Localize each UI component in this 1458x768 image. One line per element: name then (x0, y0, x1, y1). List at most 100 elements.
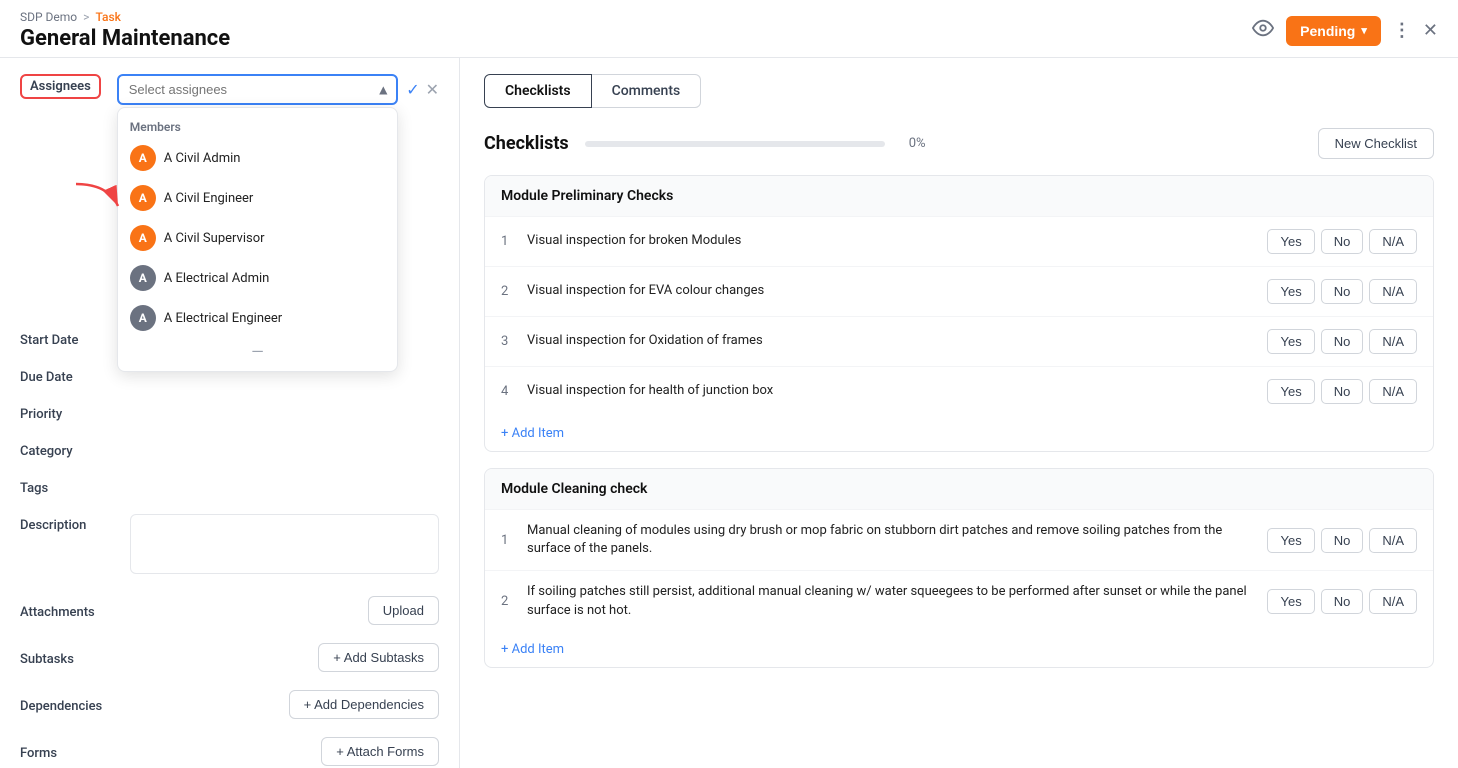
no-btn-1-1[interactable]: No (1321, 589, 1364, 614)
more-options-icon[interactable]: ⋮ (1393, 20, 1411, 41)
no-btn-0-1[interactable]: No (1321, 279, 1364, 304)
yes-btn-1-0[interactable]: Yes (1267, 528, 1314, 553)
add-item-1[interactable]: + Add Item (485, 632, 1433, 667)
description-label: Description (20, 514, 130, 533)
na-btn-0-3[interactable]: N/A (1369, 379, 1417, 404)
na-btn-0-2[interactable]: N/A (1369, 329, 1417, 354)
checklist-item-0-3: 4 Visual inspection for health of juncti… (485, 366, 1433, 416)
subtasks-row: Subtasks + Add Subtasks (20, 643, 439, 672)
breadcrumb-app[interactable]: SDP Demo (20, 10, 77, 24)
dropdown-item-name-4: A Electrical Engineer (164, 311, 282, 326)
na-btn-1-1[interactable]: N/A (1369, 589, 1417, 614)
dropdown-item-4[interactable]: A A Electrical Engineer (118, 298, 397, 338)
assignees-input[interactable] (117, 74, 398, 105)
no-btn-1-0[interactable]: No (1321, 528, 1364, 553)
subtasks-label: Subtasks (20, 648, 130, 667)
checklist-item-1-1: 2 If soiling patches still persist, addi… (485, 570, 1433, 631)
header-left: SDP Demo > Task General Maintenance (20, 10, 230, 51)
status-button[interactable]: Pending ▾ (1286, 16, 1381, 46)
add-dependencies-button[interactable]: + Add Dependencies (289, 690, 439, 719)
item-text-0-3: Visual inspection for health of junction… (527, 382, 1255, 400)
due-date-label: Due Date (20, 366, 130, 385)
assignees-actions: ✓ ✕ (406, 74, 439, 99)
item-text-1-1: If soiling patches still persist, additi… (527, 583, 1255, 619)
item-actions-0-3: Yes No N/A (1267, 379, 1417, 404)
avatar-3: A (130, 265, 156, 291)
dropdown-scroll-more: — (118, 338, 397, 365)
checklists-title-row: Checklists 0% (484, 133, 926, 154)
attachments-label: Attachments (20, 601, 130, 620)
yes-btn-0-3[interactable]: Yes (1267, 379, 1314, 404)
item-text-0-0: Visual inspection for broken Modules (527, 232, 1255, 250)
yes-btn-0-1[interactable]: Yes (1267, 279, 1314, 304)
watch-icon[interactable] (1252, 17, 1274, 44)
na-btn-0-0[interactable]: N/A (1369, 229, 1417, 254)
no-btn-0-3[interactable]: No (1321, 379, 1364, 404)
na-btn-1-0[interactable]: N/A (1369, 528, 1417, 553)
checklist-group-header-0: Module Preliminary Checks (485, 176, 1433, 216)
item-actions-1-1: Yes No N/A (1267, 589, 1417, 614)
forms-label: Forms (20, 742, 130, 761)
yes-btn-1-1[interactable]: Yes (1267, 589, 1314, 614)
breadcrumb-separator: > (83, 10, 89, 24)
item-actions-0-0: Yes No N/A (1267, 229, 1417, 254)
category-label: Category (20, 440, 130, 459)
avatar-1: A (130, 185, 156, 211)
category-row: Category (20, 440, 439, 459)
start-date-label: Start Date (20, 329, 130, 348)
priority-label: Priority (20, 403, 130, 422)
tabs-row: Checklists Comments (484, 74, 1434, 108)
progress-bar (585, 141, 885, 147)
upload-button[interactable]: Upload (368, 596, 439, 625)
dropdown-item-name-0: A Civil Admin (164, 151, 241, 166)
tags-row: Tags (20, 477, 439, 496)
no-btn-0-2[interactable]: No (1321, 329, 1364, 354)
description-input[interactable] (130, 514, 439, 574)
breadcrumb: SDP Demo > Task (20, 10, 230, 24)
checklist-group-header-1: Module Cleaning check (485, 469, 1433, 509)
close-icon[interactable]: ✕ (1423, 20, 1438, 41)
no-btn-0-0[interactable]: No (1321, 229, 1364, 254)
tab-checklists[interactable]: Checklists (484, 74, 592, 108)
status-label: Pending (1300, 23, 1355, 39)
header-right: Pending ▾ ⋮ ✕ (1252, 16, 1438, 46)
checklist-group-1: Module Cleaning check 1 Manual cleaning … (484, 468, 1434, 668)
main-content: Assignees ▲ Members A A Civil Admin (0, 58, 1458, 768)
dropdown-item-3[interactable]: A A Electrical Admin (118, 258, 397, 298)
item-actions-0-1: Yes No N/A (1267, 279, 1417, 304)
checklists-header: Checklists 0% New Checklist (484, 128, 1434, 159)
page-title: General Maintenance (20, 26, 230, 51)
cancel-assignees-icon[interactable]: ✕ (426, 80, 439, 99)
dropdown-item-1[interactable]: A A Civil Engineer (118, 178, 397, 218)
na-btn-0-1[interactable]: N/A (1369, 279, 1417, 304)
yes-btn-0-2[interactable]: Yes (1267, 329, 1314, 354)
item-actions-0-2: Yes No N/A (1267, 329, 1417, 354)
item-num-0-3: 4 (501, 384, 515, 399)
checklist-item-0-0: 1 Visual inspection for broken Modules Y… (485, 216, 1433, 266)
yes-btn-0-0[interactable]: Yes (1267, 229, 1314, 254)
breadcrumb-current[interactable]: Task (95, 10, 120, 24)
description-value (130, 514, 439, 578)
tags-label: Tags (20, 477, 130, 496)
priority-row: Priority (20, 403, 439, 422)
add-item-0[interactable]: + Add Item (485, 416, 1433, 451)
dropdown-item-name-3: A Electrical Admin (164, 271, 270, 286)
forms-value: + Attach Forms (130, 737, 439, 766)
dependencies-label: Dependencies (20, 695, 130, 714)
item-text-1-0: Manual cleaning of modules using dry bru… (527, 522, 1255, 558)
dropdown-item-2[interactable]: A A Civil Supervisor (118, 218, 397, 258)
attachments-value: Upload (130, 596, 439, 625)
dropdown-item-0[interactable]: A A Civil Admin (118, 138, 397, 178)
avatar-2: A (130, 225, 156, 251)
item-num-0-1: 2 (501, 284, 515, 299)
left-panel: Assignees ▲ Members A A Civil Admin (0, 58, 460, 768)
dropdown-item-name-1: A Civil Engineer (164, 191, 254, 206)
attach-forms-button[interactable]: + Attach Forms (321, 737, 439, 766)
tab-comments[interactable]: Comments (592, 74, 702, 108)
add-subtasks-button[interactable]: + Add Subtasks (318, 643, 439, 672)
checklists-title: Checklists (484, 133, 569, 154)
dropdown-section-members: Members (118, 114, 397, 138)
item-num-0-0: 1 (501, 234, 515, 249)
new-checklist-button[interactable]: New Checklist (1318, 128, 1434, 159)
confirm-assignees-icon[interactable]: ✓ (406, 80, 419, 99)
